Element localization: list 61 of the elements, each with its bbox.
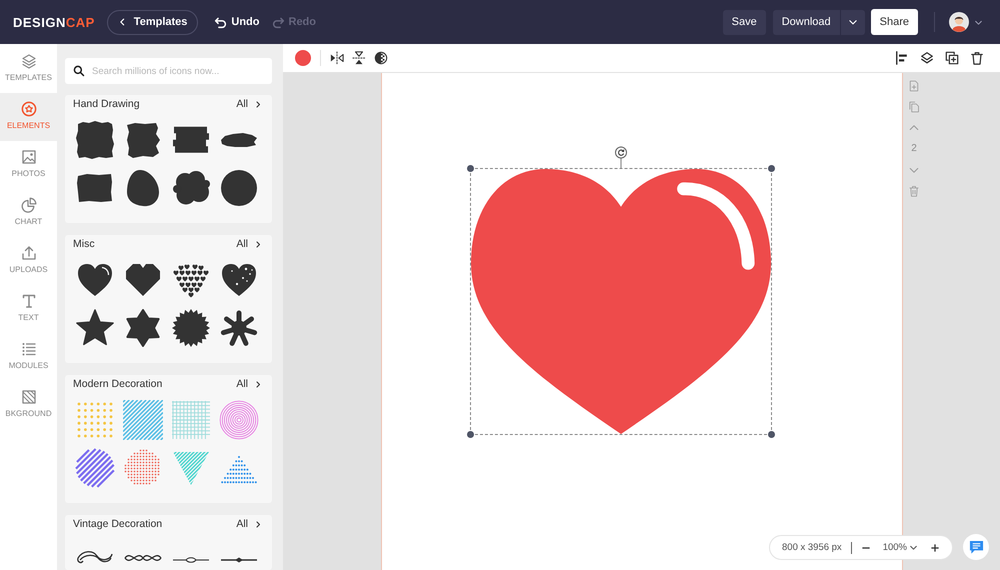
resize-handle[interactable]	[467, 431, 474, 438]
redo-icon	[272, 16, 284, 28]
chevron-right-icon	[254, 100, 262, 108]
chevron-right-icon	[254, 380, 262, 388]
image-icon	[20, 149, 36, 165]
dot-grid-icon[interactable]	[75, 400, 115, 440]
flower-icon	[20, 101, 36, 117]
chevron-down-icon	[848, 17, 858, 27]
flip-vertical-icon[interactable]	[352, 51, 366, 65]
account-menu-button[interactable]	[949, 12, 983, 32]
logo: DESIGNCAP	[13, 14, 95, 30]
asterisk-splat-icon[interactable]	[219, 308, 259, 348]
plus-icon[interactable]	[930, 542, 940, 552]
see-all-link[interactable]: All	[236, 378, 262, 390]
chevron-right-icon	[254, 520, 262, 528]
resize-handle[interactable]	[768, 431, 775, 438]
rotate-handle[interactable]	[614, 146, 628, 168]
chevron-right-icon	[254, 240, 262, 248]
section-title: Modern Decoration	[73, 378, 162, 390]
letter-t-icon	[20, 293, 36, 309]
canvas-size: 800 x 3956 px	[782, 542, 842, 553]
chevron-down-icon	[909, 543, 918, 552]
search-field[interactable]: Search millions of icons now...	[65, 58, 272, 84]
resize-handle[interactable]	[768, 165, 775, 172]
layers-icon[interactable]	[920, 51, 934, 65]
chat-icon	[968, 540, 984, 554]
upload-icon	[20, 245, 36, 261]
pie-chart-icon	[20, 197, 36, 213]
zoom-dropdown[interactable]: 100%	[882, 542, 918, 553]
opacity-icon[interactable]	[374, 51, 388, 65]
see-all-link[interactable]: All	[236, 98, 262, 110]
save-button[interactable]: Save	[722, 10, 766, 34]
section-title: Vintage Decoration	[73, 518, 162, 530]
templates-button[interactable]: Templates	[106, 10, 198, 34]
hatched-square-icon	[20, 389, 36, 405]
share-button[interactable]: Share	[870, 9, 918, 35]
layers-icon	[20, 53, 36, 69]
undo-button[interactable]: Undo	[214, 16, 260, 28]
seal-icon[interactable]	[171, 308, 211, 348]
brush-circle-icon[interactable]	[219, 168, 259, 208]
download-options-button[interactable]	[840, 10, 865, 34]
trash-icon[interactable]	[970, 51, 984, 65]
star-icon[interactable]	[75, 308, 115, 348]
chevron-left-icon	[118, 17, 127, 27]
fill-swatch-icon[interactable]	[295, 50, 311, 66]
list-icon	[20, 341, 36, 357]
undo-icon	[214, 16, 228, 28]
flip-horizontal-icon[interactable]	[330, 51, 344, 65]
section-title: Misc	[73, 238, 95, 250]
search-icon	[73, 65, 85, 77]
page-number: 2	[911, 142, 917, 156]
download-button[interactable]: Download	[772, 10, 840, 34]
see-all-link[interactable]: All	[236, 238, 262, 250]
striped-circle-icon[interactable]	[75, 448, 115, 488]
align-left-icon[interactable]	[895, 51, 909, 65]
see-all-link[interactable]: All	[236, 518, 262, 530]
avatar-icon	[949, 12, 969, 32]
duplicate-icon[interactable]	[945, 51, 959, 65]
resize-handle[interactable]	[467, 165, 474, 172]
section-title: Hand Drawing	[73, 98, 140, 110]
chat-button[interactable]	[963, 534, 989, 560]
